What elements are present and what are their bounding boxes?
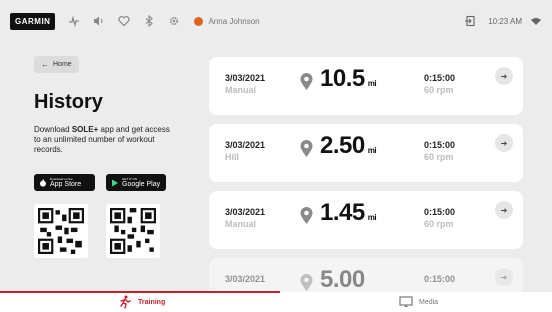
workout-date: 3/03/2021 <box>225 207 266 217</box>
user-profile[interactable]: Anna Johnson <box>194 16 260 26</box>
google-play-button[interactable]: GET IT ON Google Play <box>106 174 166 191</box>
garmin-logo: GARMIN <box>10 12 56 30</box>
workout-card[interactable]: 3/03/2021 Manual 1.45 mi 0:15:00 60 rpm ➔ <box>209 191 523 249</box>
runner-icon <box>120 295 131 309</box>
workout-distance: 5.00 <box>320 266 365 293</box>
arrow-left-icon: ← <box>41 60 49 69</box>
home-button[interactable]: ← Home <box>34 56 79 73</box>
workout-rpm: 60 rpm <box>424 152 454 162</box>
google-play-qr-code <box>106 204 160 258</box>
status-bar: GARMIN Anna Johnson 10:23 AM <box>0 0 552 42</box>
avatar <box>194 16 204 26</box>
clock: 10:23 AM <box>488 16 522 26</box>
download-description: Download SOLE+ app and get access to an … <box>34 125 170 154</box>
bottom-nav: Training Media <box>0 292 552 312</box>
tab-media[interactable]: Media <box>399 295 438 309</box>
chevron-right-icon[interactable]: ➔ <box>495 201 513 219</box>
location-pin-icon <box>300 207 313 224</box>
chevron-right-icon[interactable]: ➔ <box>495 67 513 85</box>
location-pin-icon <box>300 274 313 291</box>
tab-training-label: Training <box>138 298 166 306</box>
tab-training[interactable]: Training <box>118 295 165 309</box>
workout-rpm: 60 rpm <box>424 219 454 229</box>
workout-rpm: 60 rpm <box>424 85 454 95</box>
tab-media-label: Media <box>419 298 439 306</box>
location-pin-icon <box>300 140 313 157</box>
pulse-sensor-icon[interactable] <box>68 15 80 27</box>
volume-icon[interactable] <box>93 15 105 27</box>
workout-distance: 1.45 mi <box>320 199 377 226</box>
settings-icon[interactable] <box>168 15 180 27</box>
workout-date: 3/03/2021 <box>225 73 266 83</box>
workout-type: Hill <box>225 152 240 162</box>
workout-distance: 2.50 mi <box>320 132 377 159</box>
page-title: History <box>34 91 103 113</box>
workout-card[interactable]: 3/03/2021 Manual 10.5 mi 0:15:00 60 rpm ➔ <box>209 57 523 115</box>
workout-card[interactable]: 3/03/2021 Hill 2.50 mi 0:15:00 60 rpm ➔ <box>209 124 523 182</box>
app-store-qr-code <box>34 204 88 258</box>
workout-date: 3/03/2021 <box>225 140 266 150</box>
app-store-button[interactable]: Download on the App Store <box>34 174 95 191</box>
user-name: Anna Johnson <box>208 16 260 26</box>
google-play-icon <box>112 179 118 186</box>
home-button-label: Home <box>53 61 72 68</box>
chevron-right-icon[interactable]: ➔ <box>495 268 513 286</box>
active-tab-indicator <box>0 291 280 293</box>
location-pin-icon <box>300 73 313 90</box>
exit-icon[interactable] <box>464 15 476 27</box>
bluetooth-icon[interactable] <box>143 15 155 27</box>
workout-duration: 0:15:00 <box>424 73 456 83</box>
chevron-right-icon[interactable]: ➔ <box>495 134 513 152</box>
workout-duration: 0:15:00 <box>424 140 456 150</box>
workout-duration: 0:15:00 <box>424 207 456 217</box>
workout-date: 3/03/2021 <box>225 274 266 284</box>
apple-icon <box>40 178 46 187</box>
workout-distance: 10.5 mi <box>320 65 377 92</box>
workout-duration: 0:15:00 <box>424 274 456 284</box>
heart-rate-icon[interactable] <box>118 15 131 27</box>
workout-type: Manual <box>225 219 257 229</box>
wifi-icon[interactable] <box>530 15 542 27</box>
media-icon <box>399 296 413 307</box>
workout-type: Manual <box>225 85 257 95</box>
